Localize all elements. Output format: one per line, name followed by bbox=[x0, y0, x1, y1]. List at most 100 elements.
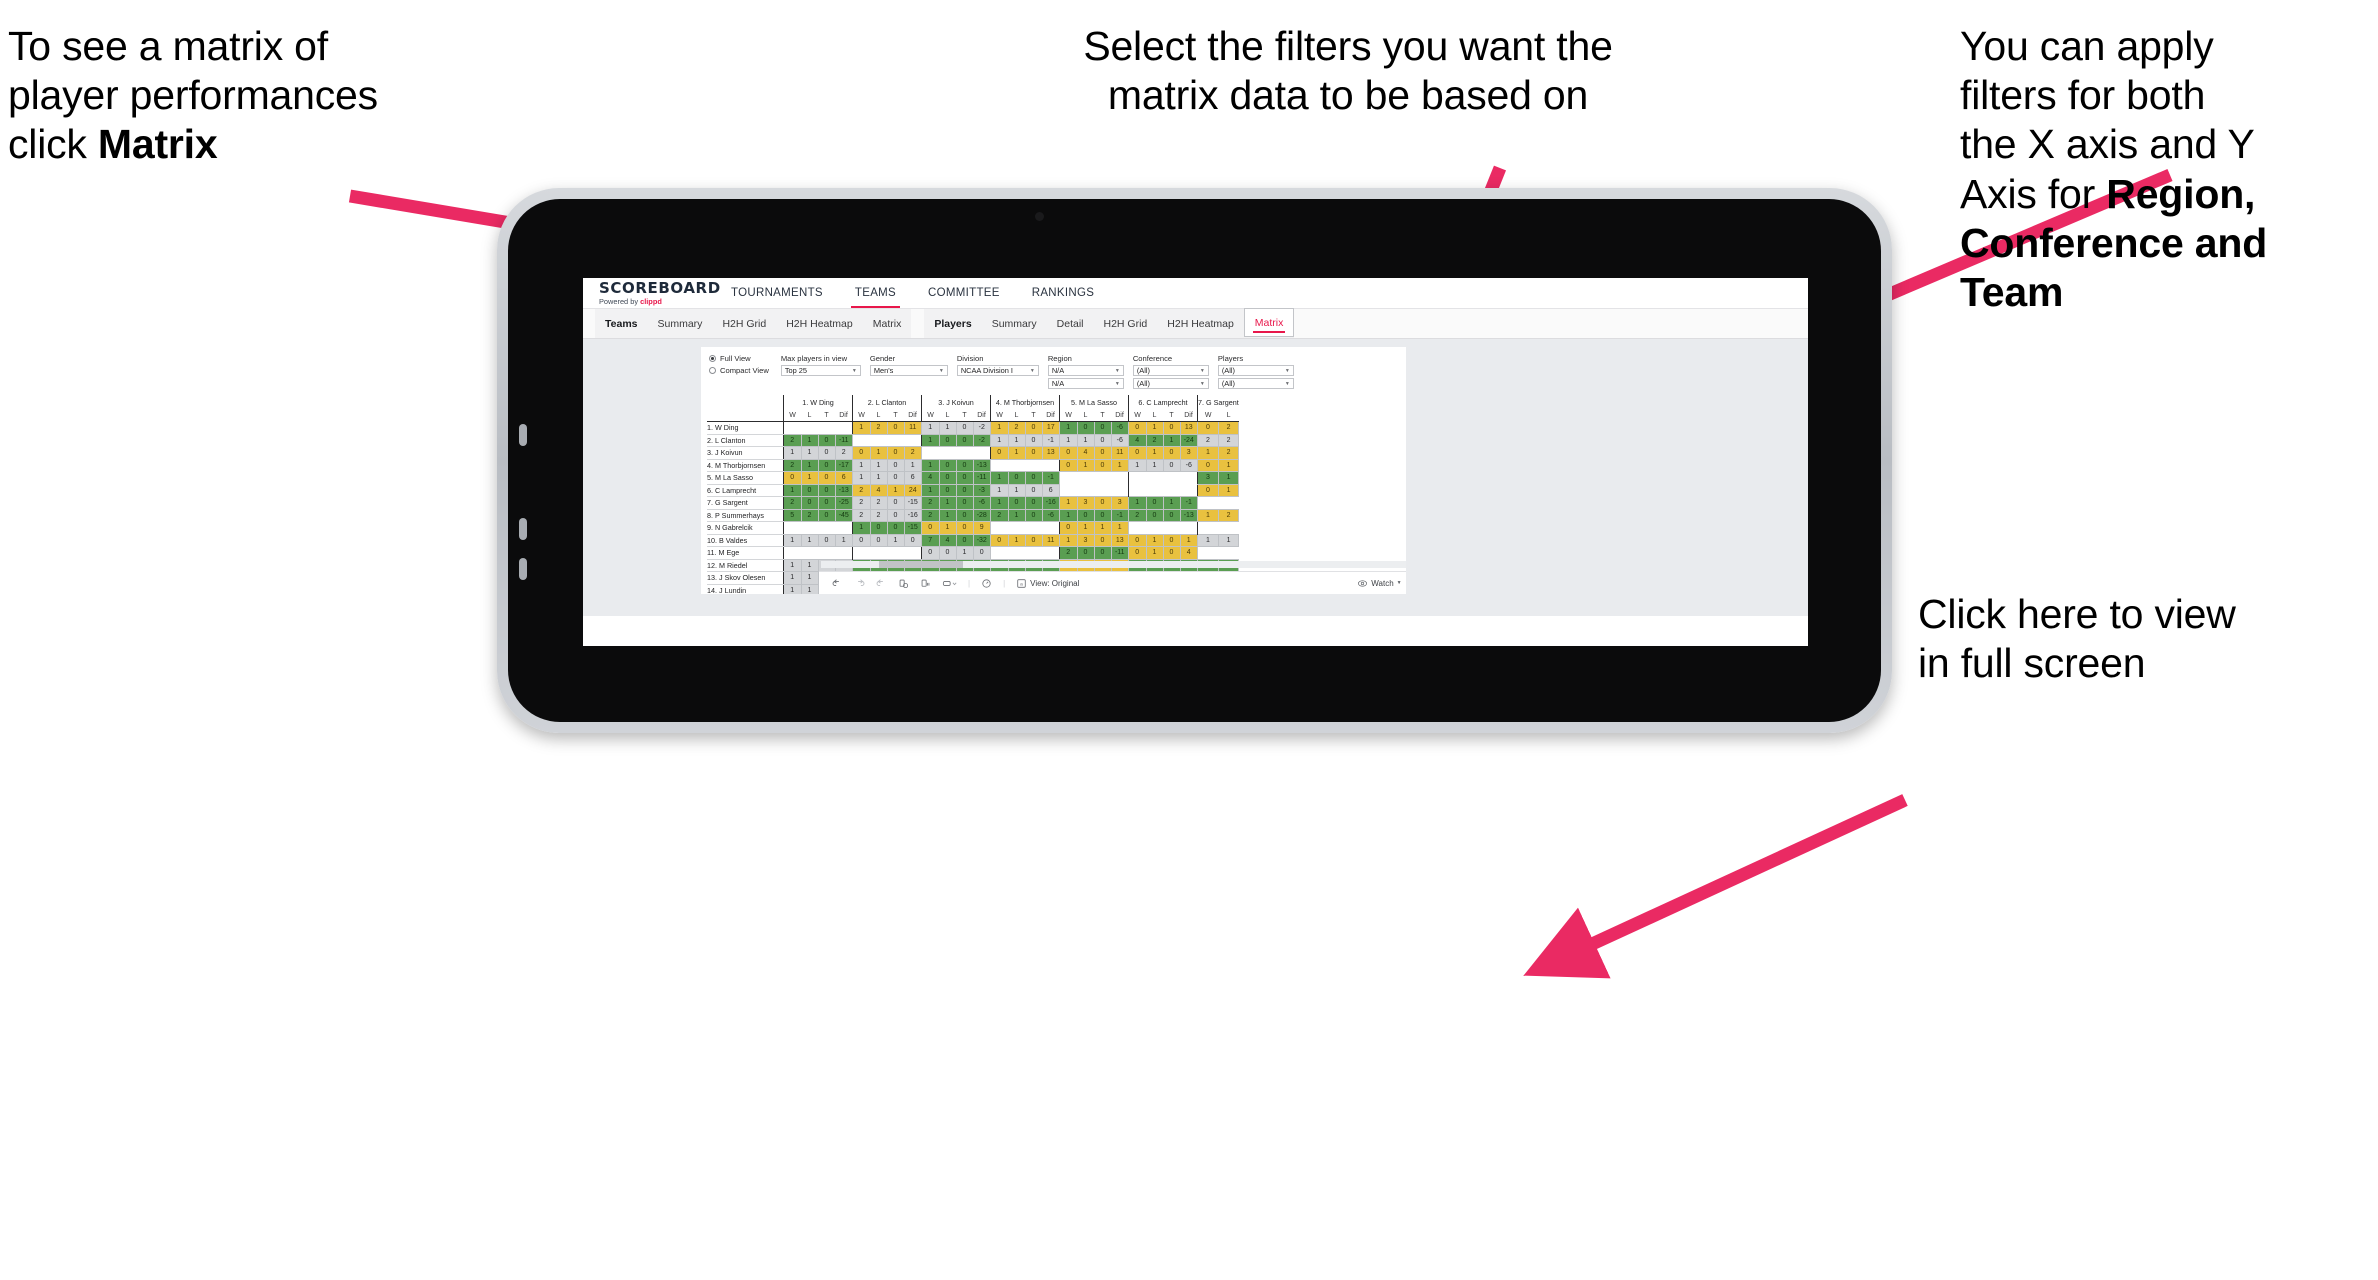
matrix-cell[interactable]: 0 bbox=[1024, 421, 1043, 435]
matrix-cell[interactable]: -2 bbox=[972, 433, 991, 447]
matrix-cell[interactable]: 4 bbox=[1179, 546, 1198, 560]
matrix-cell[interactable]: 0 bbox=[886, 521, 905, 535]
matrix-cell-empty[interactable] bbox=[1163, 521, 1180, 534]
matrix-cell[interactable]: 0 bbox=[1093, 546, 1112, 560]
matrix-cell[interactable]: 1 bbox=[1128, 496, 1147, 510]
scoreboard-logo[interactable]: SCOREBOARD Powered by clippd bbox=[599, 280, 720, 305]
matrix-cell-empty[interactable] bbox=[1218, 546, 1239, 559]
matrix-cell[interactable]: 1 bbox=[1076, 458, 1095, 472]
matrix-cell[interactable]: -6 bbox=[972, 496, 991, 510]
matrix-cell[interactable]: 1 bbox=[921, 458, 940, 472]
tab-players-summary[interactable]: Summary bbox=[982, 309, 1047, 338]
matrix-cell[interactable]: 1 bbox=[1007, 508, 1026, 522]
matrix-cell[interactable]: 1 bbox=[1076, 521, 1095, 535]
matrix-cell[interactable]: 1 bbox=[1217, 483, 1240, 497]
matrix-cell-empty[interactable] bbox=[1218, 521, 1239, 534]
matrix-cell[interactable]: 0 bbox=[1093, 446, 1112, 460]
matrix-cell[interactable]: 1 bbox=[834, 533, 853, 547]
matrix-cell[interactable]: 1 bbox=[1162, 433, 1181, 447]
matrix-cell[interactable]: 0 bbox=[1145, 508, 1164, 522]
revert-icon[interactable] bbox=[876, 578, 887, 589]
matrix-cell-empty[interactable] bbox=[904, 434, 922, 447]
matrix-cell[interactable]: 0 bbox=[817, 533, 836, 547]
matrix-row[interactable]: 2. L Clanton 2 1 0 -11 1 0 0 -2 1 1 0 -1 1 1 0 -6 4 2 1 -24 2… bbox=[707, 433, 1240, 447]
matrix-cell[interactable]: 1 bbox=[800, 458, 819, 472]
horizontal-scrollbar[interactable] bbox=[821, 561, 1406, 568]
filter-max-players-select[interactable]: Top 25 ▼ bbox=[780, 365, 861, 376]
redo-icon[interactable] bbox=[854, 578, 865, 589]
matrix-cell[interactable]: 2 bbox=[783, 433, 802, 447]
matrix-cell[interactable]: 2 bbox=[1059, 546, 1078, 560]
matrix-row[interactable]: 5. M La Sasso 0 1 0 6 1 1 0 6 4 0 0 -11 1 0 0 -1 3 1 bbox=[707, 471, 1240, 485]
matrix-cell-empty[interactable] bbox=[1094, 471, 1111, 484]
matrix-cell[interactable]: 1 bbox=[921, 433, 940, 447]
matrix-cell[interactable]: 1 bbox=[800, 471, 819, 485]
matrix-cell[interactable]: 0 bbox=[1076, 421, 1095, 435]
matrix-cell[interactable]: 1 bbox=[955, 546, 974, 560]
matrix-cell[interactable]: 0 bbox=[955, 433, 974, 447]
matrix-cell[interactable]: 3 bbox=[1110, 496, 1129, 510]
matrix-cell[interactable]: 0 bbox=[1162, 458, 1181, 472]
matrix-cell[interactable]: 1 bbox=[1197, 508, 1219, 522]
matrix-cell[interactable]: 1 bbox=[1217, 533, 1240, 547]
matrix-cell[interactable]: -13 bbox=[834, 483, 853, 497]
matrix-cell[interactable]: 0 bbox=[955, 458, 974, 472]
matrix-cell[interactable]: 2 bbox=[1128, 508, 1147, 522]
matrix-cell[interactable]: 0 bbox=[1145, 496, 1164, 510]
matrix-cell-empty[interactable] bbox=[1128, 521, 1146, 534]
matrix-cell[interactable]: 3 bbox=[1197, 471, 1219, 485]
tab-teams-h2h-grid[interactable]: H2H Grid bbox=[712, 309, 776, 338]
matrix-cell[interactable]: 13 bbox=[1041, 446, 1060, 460]
matrix-cell[interactable]: 1 bbox=[1217, 458, 1240, 472]
matrix-cell-empty[interactable] bbox=[973, 446, 991, 459]
matrix-cell-empty[interactable] bbox=[1008, 459, 1025, 472]
matrix-cell[interactable]: 1 bbox=[938, 508, 957, 522]
matrix-cell[interactable]: 1 bbox=[938, 496, 957, 510]
matrix-cell[interactable]: 2 bbox=[903, 446, 922, 460]
matrix-cell[interactable]: 0 bbox=[955, 521, 974, 535]
matrix-cell[interactable]: 1 bbox=[990, 496, 1009, 510]
matrix-cell[interactable]: 2 bbox=[869, 508, 888, 522]
matrix-cell[interactable]: 0 bbox=[817, 508, 836, 522]
matrix-cell-empty[interactable] bbox=[990, 546, 1008, 559]
matrix-cell[interactable]: 2 bbox=[1007, 421, 1026, 435]
filter-conference-y-select[interactable]: (All) ▼ bbox=[1132, 378, 1209, 389]
matrix-cell-empty[interactable] bbox=[1094, 484, 1111, 497]
matrix-cell[interactable]: 2 bbox=[1217, 508, 1240, 522]
matrix-cell[interactable]: 0 bbox=[1059, 458, 1078, 472]
matrix-cell[interactable]: 0 bbox=[921, 546, 940, 560]
matrix-cell-empty[interactable] bbox=[887, 546, 904, 559]
matrix-cell[interactable]: 2 bbox=[990, 508, 1009, 522]
matrix-cell[interactable]: 1 bbox=[852, 458, 871, 472]
matrix-cell-empty[interactable] bbox=[835, 521, 853, 534]
matrix-cell[interactable]: -45 bbox=[834, 508, 853, 522]
matrix-cell[interactable]: 0 bbox=[1093, 458, 1112, 472]
pause-icon[interactable] bbox=[920, 578, 931, 589]
matrix-cell[interactable]: -1 bbox=[1110, 508, 1129, 522]
matrix-cell[interactable]: 1 bbox=[783, 571, 802, 585]
matrix-cell[interactable]: 0 bbox=[886, 458, 905, 472]
matrix-cell[interactable]: 1 bbox=[886, 533, 905, 547]
matrix-cell[interactable]: 0 bbox=[1093, 508, 1112, 522]
matrix-cell[interactable]: 0 bbox=[1197, 458, 1219, 472]
tab-teams-h2h-heatmap[interactable]: H2H Heatmap bbox=[776, 309, 863, 338]
matrix-cell[interactable]: 9 bbox=[972, 521, 991, 535]
matrix-cell[interactable]: 0 bbox=[903, 533, 922, 547]
matrix-cell[interactable]: 0 bbox=[817, 496, 836, 510]
volume-down-button[interactable] bbox=[519, 518, 527, 540]
nav-rankings[interactable]: RANKINGS bbox=[1016, 278, 1110, 308]
tab-teams[interactable]: Teams bbox=[595, 309, 648, 338]
matrix-cell[interactable]: -28 bbox=[972, 508, 991, 522]
tab-teams-matrix[interactable]: Matrix bbox=[863, 309, 912, 338]
matrix-cell-empty[interactable] bbox=[956, 446, 973, 459]
matrix-cell[interactable]: 1 bbox=[869, 471, 888, 485]
matrix-cell-empty[interactable] bbox=[1218, 496, 1239, 509]
matrix-cell[interactable]: -1 bbox=[1179, 496, 1198, 510]
matrix-cell[interactable]: -11 bbox=[834, 433, 853, 447]
filter-players-x-select[interactable]: (All) ▼ bbox=[1217, 365, 1294, 376]
matrix-cell[interactable]: 0 bbox=[955, 496, 974, 510]
matrix-cell[interactable]: 1 bbox=[1145, 446, 1164, 460]
matrix-cell-empty[interactable] bbox=[870, 546, 887, 559]
matrix-cell-empty[interactable] bbox=[1197, 521, 1219, 534]
matrix-cell[interactable]: 1 bbox=[1007, 533, 1026, 547]
